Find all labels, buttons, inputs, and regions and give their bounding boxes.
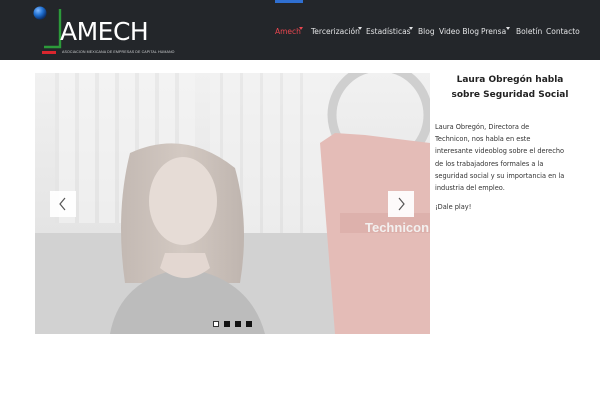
slide-image: Technicon — [35, 73, 430, 334]
logo-wordmark: AMECH — [60, 17, 149, 46]
article-body-line: de los trabajadores formales a la — [435, 159, 544, 168]
article-cta: ¡Dale play! — [435, 203, 472, 211]
nav-item-blog[interactable]: Blog — [418, 25, 435, 39]
nav-item-label: Estadísticas — [366, 27, 411, 36]
nav-item-label: Amech — [275, 27, 301, 36]
logo-tagline: ASOCIACION MEXICANA DE EMPRESAS DE CAPIT… — [62, 50, 175, 54]
article-body-line: interesante videoblog sobre el derecho — [435, 147, 565, 156]
nav-item-prensa[interactable]: Prensa — [481, 25, 510, 39]
chevron-right-icon — [398, 197, 405, 211]
nav-item-estadisticas[interactable]: Estadísticas — [366, 25, 413, 39]
chevron-down-icon — [506, 27, 510, 30]
amech-logo[interactable]: AMECH ASOCIACION MEXICANA DE EMPRESAS DE… — [32, 5, 182, 57]
chevron-left-icon — [59, 197, 66, 211]
nav-item-tercerizacion[interactable]: Tercerización — [311, 25, 362, 39]
nav-item-label: Tercerización — [311, 27, 360, 36]
chevron-down-icon — [409, 27, 413, 30]
nav-item-label: Blog — [418, 27, 435, 36]
article-body-line: Laura Obregón, Directora de — [435, 123, 530, 131]
chevron-down-icon — [358, 27, 362, 30]
nav-item-label: Contacto — [546, 27, 580, 36]
article-body-line: seguridad social y su importancia en la — [435, 171, 565, 180]
slider-next-button[interactable] — [388, 191, 414, 217]
nav-item-video-blog[interactable]: Video Blog — [439, 25, 479, 39]
slider-prev-button[interactable] — [50, 191, 76, 217]
video-slider[interactable]: Technicon — [35, 73, 430, 334]
article-title[interactable]: Laura Obregón habla sobre Seguridad Soci… — [435, 73, 585, 102]
slider-dot-3[interactable] — [235, 321, 241, 327]
article-body: Laura Obregón, Directora de Technicon, n… — [435, 121, 595, 194]
article-title-line: sobre Seguridad Social — [451, 89, 569, 100]
slider-dot-2[interactable] — [224, 321, 230, 327]
article-body-line: Technicon, nos habla en este — [435, 135, 531, 144]
nav-item-amech[interactable]: Amech — [275, 25, 303, 39]
nav-item-label: Prensa — [481, 27, 507, 36]
slider-dot-1[interactable] — [213, 321, 219, 327]
slider-dot-4[interactable] — [246, 321, 252, 327]
active-nav-indicator — [275, 0, 303, 3]
article-body-line: industria del empleo. — [435, 184, 505, 193]
nav-item-contacto[interactable]: Contacto — [546, 25, 580, 39]
shirt-text: Technicon — [365, 220, 429, 235]
nav-item-boletin[interactable]: Boletín — [516, 25, 542, 39]
site-header: AMECH ASOCIACION MEXICANA DE EMPRESAS DE… — [0, 0, 600, 60]
nav-item-label: Boletín — [516, 27, 543, 36]
chevron-down-icon — [299, 27, 303, 30]
logo-red-bar — [42, 51, 56, 54]
nav-item-label: Video Blog — [439, 27, 479, 36]
article-title-line: Laura Obregón habla — [456, 75, 564, 85]
